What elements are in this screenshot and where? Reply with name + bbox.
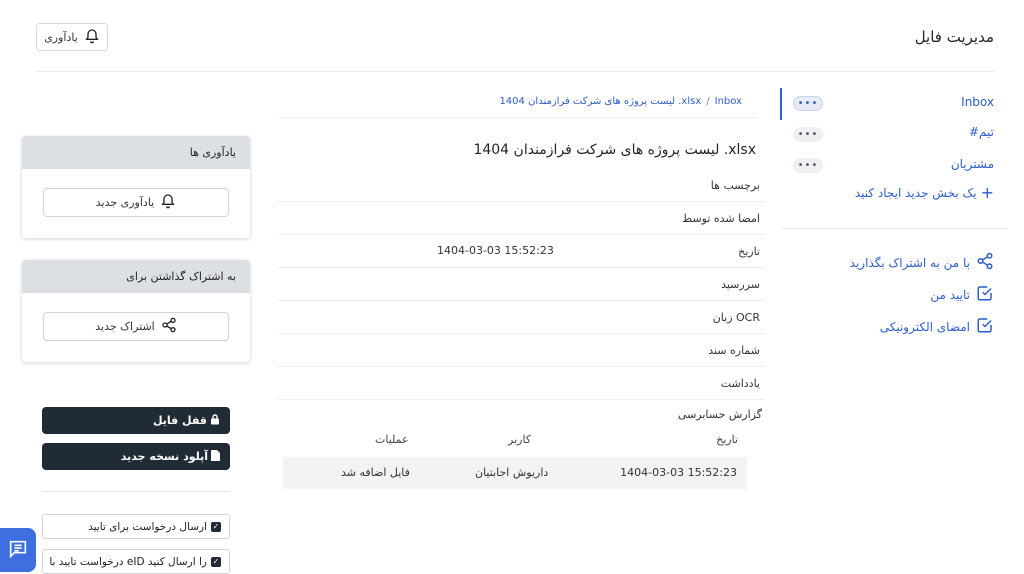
new-reminder-label: یادآوری جدید [95,196,155,209]
upload-new-version-label: آپلود نسخه جدید [120,450,208,463]
sidebar-link-my-approval[interactable]: تایید من [930,284,994,305]
eid-request-button[interactable]: درخواست تایید با eID را ارسال کنید ✓ [42,549,230,574]
audit-row: 1404-03-03 15:52:23 داریوش اجابتیان فایل… [283,457,747,489]
new-reminder-button[interactable]: یادآوری جدید [43,188,229,217]
field-row-tags[interactable]: برچسب ها [277,169,764,202]
share-icon [161,317,177,336]
sidebar-item-inbox[interactable]: Inbox [961,95,994,109]
audit-log-title: گزارش حسابرسی [677,408,762,421]
lock-icon [210,413,220,428]
share-panel-title: به اشتراک گذاشتن برای [22,260,250,293]
new-share-button[interactable]: اشتراک جدید [43,312,229,341]
breadcrumb-current[interactable]: لیست پروژه های شرکت فرازمندان 1404 .xlsx [499,96,701,107]
plus-icon: + [980,183,994,202]
reminder-button[interactable]: یادآوری [36,23,108,51]
field-row-ocr-language[interactable]: زبان OCR [277,301,764,334]
team-more-button[interactable]: ••• [793,127,823,142]
checkbox-icon: ✓ [211,556,221,567]
field-label: تاریخ [738,245,760,258]
share-icon [976,252,994,273]
sidebar-item-team[interactable]: #تیم [969,125,994,139]
upload-new-version-button[interactable]: آپلود نسخه جدید [42,443,230,470]
sidebar-divider [781,228,1008,229]
breadcrumb-root[interactable]: Inbox [715,96,742,107]
send-approval-label: ارسال درخواست برای تایید [88,520,207,533]
chat-button[interactable] [0,528,36,572]
field-row-due[interactable]: سررسید [277,268,764,301]
audit-cell-user: داریوش اجابتیان [475,466,549,479]
field-row-date[interactable]: تاریخ 1404-03-03 15:52:23 [277,235,764,268]
reminders-panel: یادآوری ها یادآوری جدید [22,136,250,238]
field-row-signed-by[interactable]: امضا شده توسط [277,202,764,235]
inbox-more-button[interactable]: ••• [793,96,823,111]
reminder-button-label: یادآوری [44,30,78,44]
header-divider [36,71,994,72]
reminders-panel-title: یادآوری ها [22,136,250,169]
add-section-label: یک بخش جدید ایجاد کنید [854,186,977,200]
file-icon [211,449,220,464]
field-row-document-number[interactable]: شماره سند [277,334,764,367]
lock-file-button[interactable]: قفل فایل [42,407,230,434]
audit-column-user: کاربر [508,433,532,446]
checkbox-icon [976,316,994,337]
breadcrumb-divider [278,117,756,118]
bell-icon [160,193,176,212]
audit-column-action: عملیات [375,433,409,446]
sidebar-link-e-signature[interactable]: امضای الکترونیکی [880,316,994,337]
customers-more-button[interactable]: ••• [793,158,823,173]
audit-cell-action: فایل اضافه شد [341,466,410,479]
audit-column-date: تاریخ [716,433,738,446]
field-label: برچسب ها [710,179,760,192]
field-label: شماره سند [708,344,760,357]
add-section-link[interactable]: یک بخش جدید ایجاد کنید + [854,183,994,202]
sidebar-link-esign-label: امضای الکترونیکی [879,319,970,334]
send-approval-request-button[interactable]: ارسال درخواست برای تایید ✓ [42,514,230,539]
sidebar-item-customers[interactable]: مشتریان [951,157,994,171]
new-share-label: اشتراک جدید [95,320,155,333]
field-row-note[interactable]: یادداشت [277,367,764,400]
lock-file-label: قفل فایل [152,414,207,427]
sidebar-active-indicator [780,88,782,120]
audit-cell-date: 1404-03-03 15:52:23 [620,466,737,479]
field-label: سررسید [721,278,760,291]
sidebar-link-shared-label: با من به اشتراک بگذارید [849,255,970,270]
page-title: مدیریت فایل [914,28,994,46]
document-title: لیست پروژه های شرکت فرازمندان 1404 .xlsx [473,142,756,158]
breadcrumb: لیست پروژه های شرکت فرازمندان 1404 .xlsx… [499,96,742,107]
breadcrumb-separator: / [706,96,710,107]
field-label: زبان OCR [712,311,760,324]
sidebar-link-shared[interactable]: با من به اشتراک بگذارید [850,252,994,273]
eid-request-label: درخواست تایید با eID را ارسال کنید [49,555,207,568]
field-value: 1404-03-03 15:52:23 [437,244,554,257]
checkbox-icon: ✓ [211,521,221,532]
checkbox-icon [976,284,994,305]
field-label: امضا شده توسط [682,212,760,225]
actions-divider [42,491,230,492]
share-panel: به اشتراک گذاشتن برای اشتراک جدید [22,260,250,362]
sidebar-link-approval-label: تایید من [930,287,970,302]
chat-icon [7,538,29,563]
bell-icon [84,28,100,47]
field-label: یادداشت [720,377,760,390]
